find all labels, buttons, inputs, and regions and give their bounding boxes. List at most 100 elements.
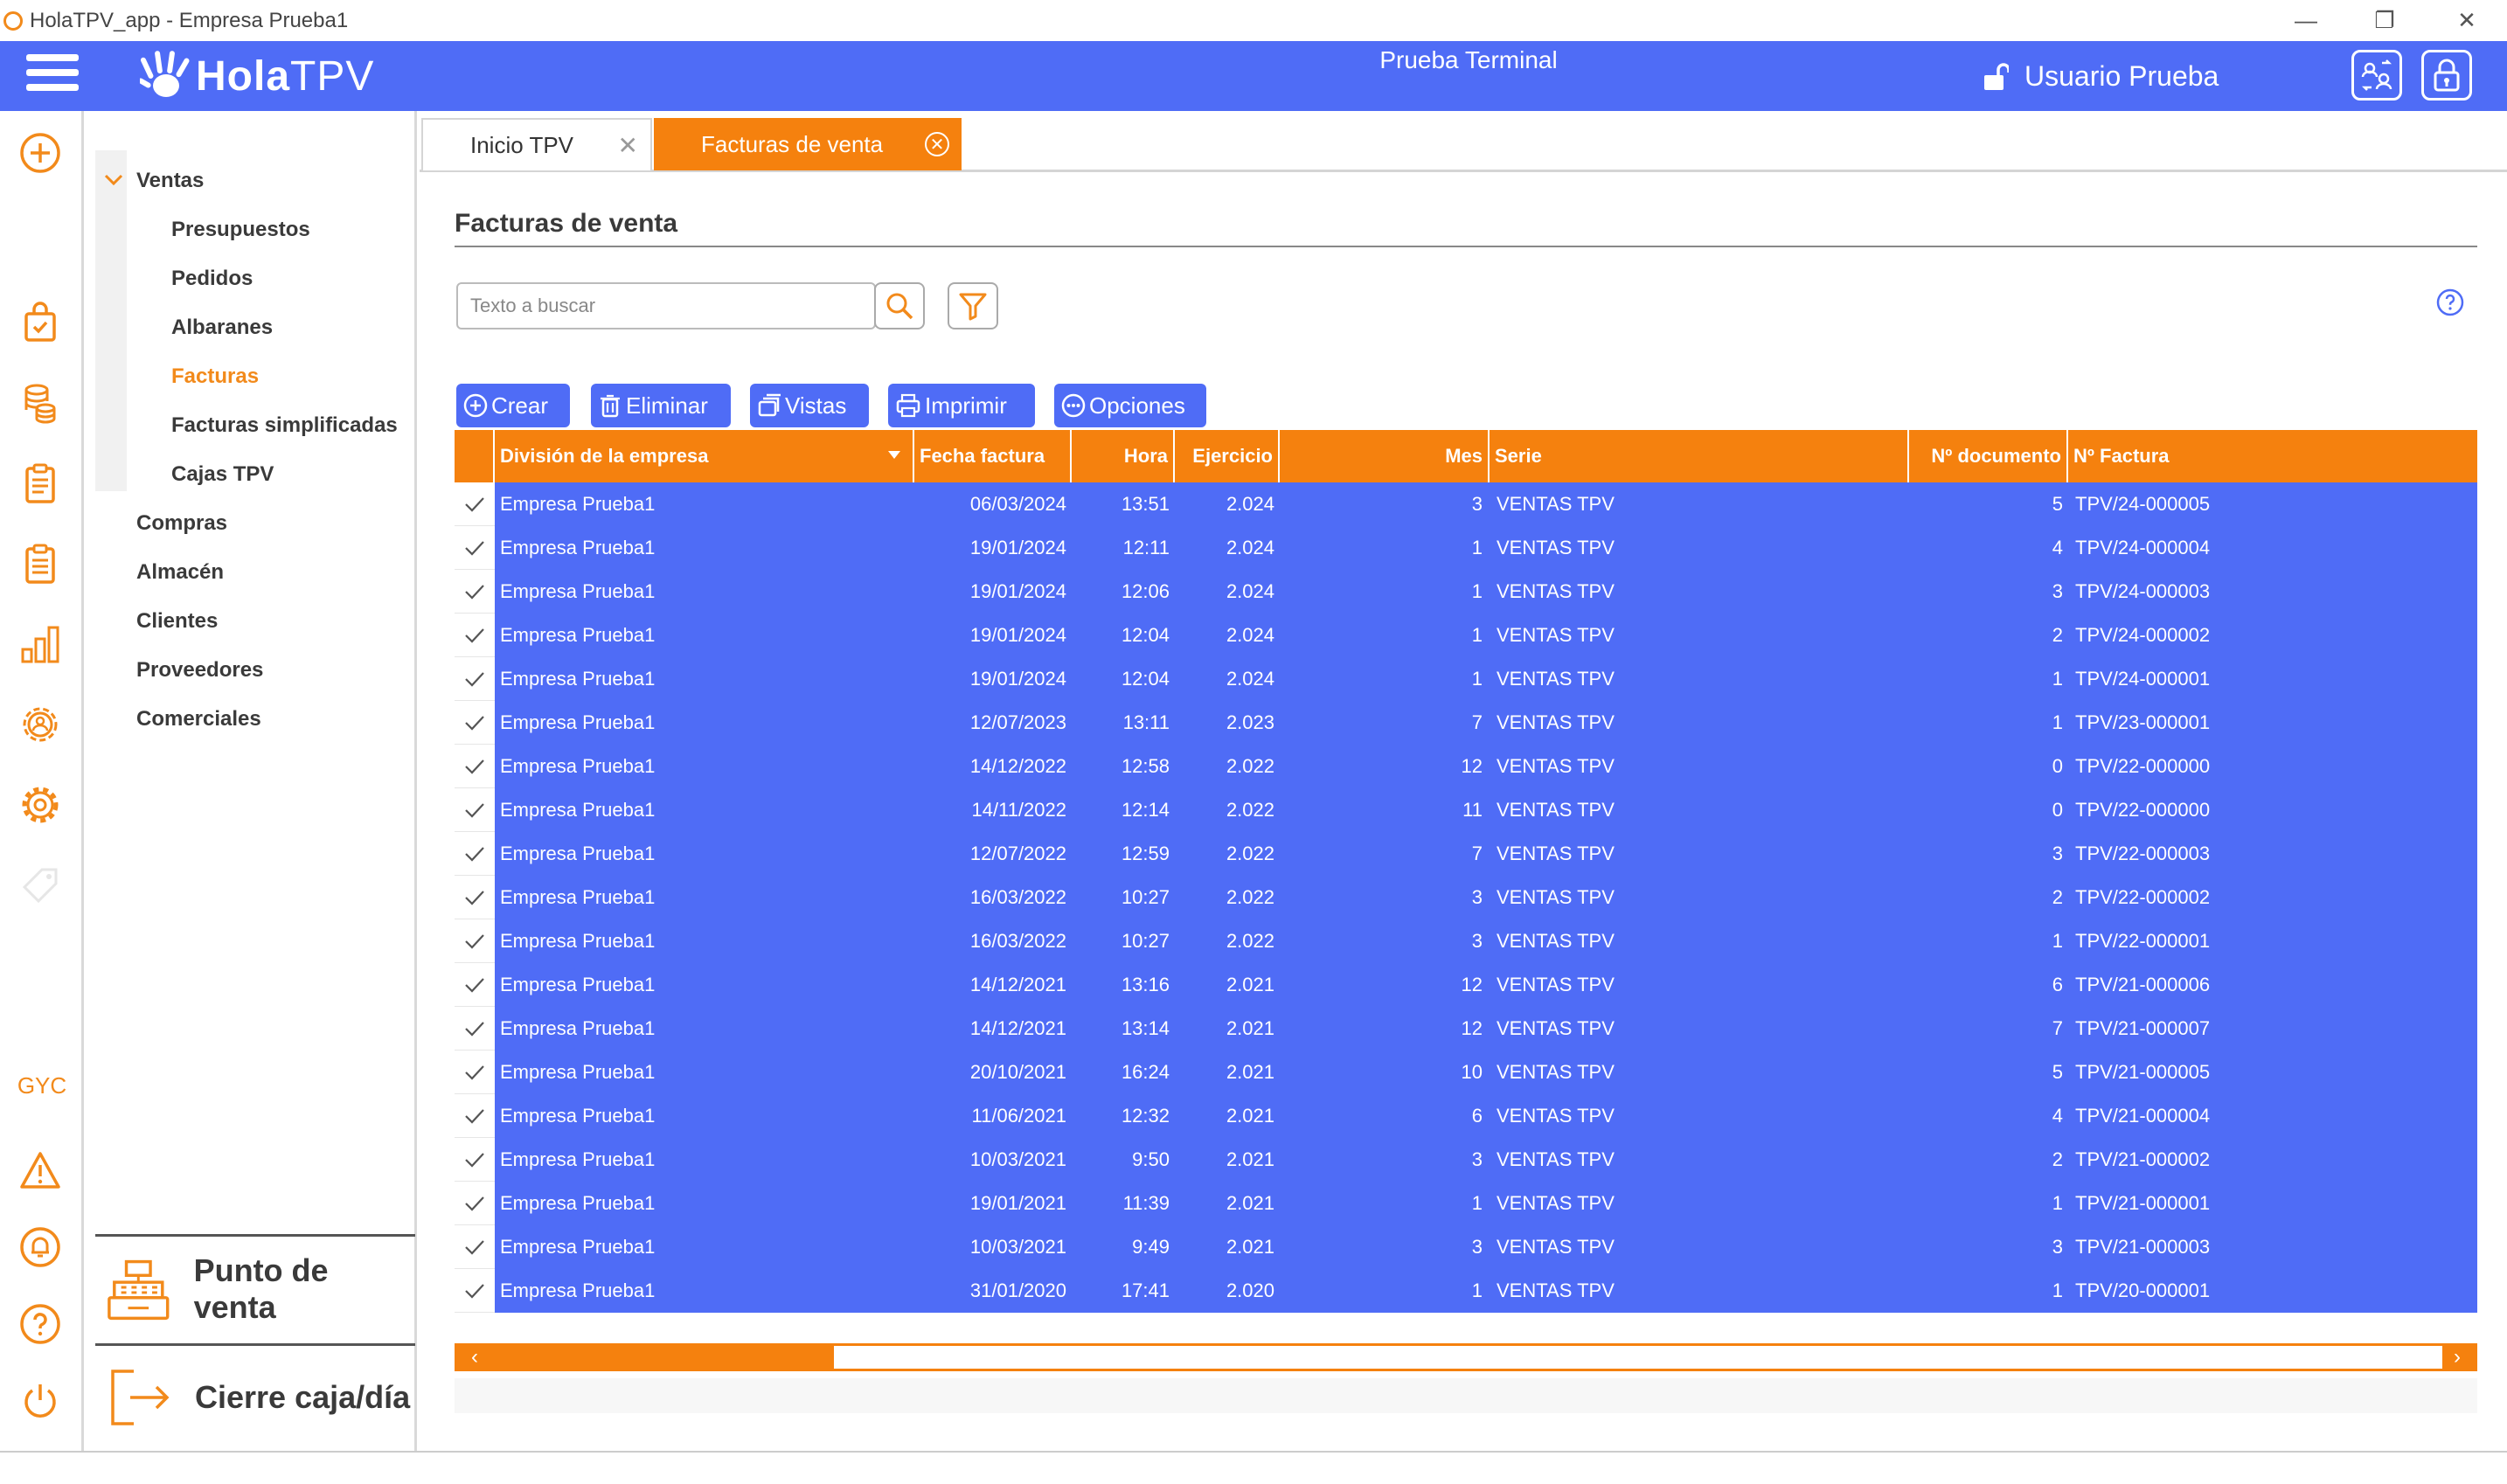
table-row[interactable]: Empresa Prueba1 14/11/2022 12:14 2.022 11 VEN… <box>455 788 2477 832</box>
col-header-serie[interactable]: Serie <box>1490 430 1909 482</box>
menu-comerciales[interactable]: Comerciales <box>136 707 261 732</box>
bar-chart-icon[interactable] <box>16 620 65 669</box>
table-row[interactable]: Empresa Prueba1 19/01/2024 12:06 2.024 1 VENT… <box>455 570 2477 614</box>
col-header-mes[interactable]: Mes <box>1280 430 1490 482</box>
warning-icon[interactable] <box>16 1146 65 1195</box>
hamburger-menu-icon[interactable] <box>26 54 79 98</box>
clipboard-icon[interactable] <box>16 459 65 508</box>
row-checkbox[interactable] <box>455 1094 495 1138</box>
row-checkbox[interactable] <box>455 963 495 1007</box>
row-checkbox[interactable] <box>455 1007 495 1051</box>
table-row[interactable]: Empresa Prueba1 14/12/2021 13:14 2.021 12 VEN… <box>455 1007 2477 1051</box>
table-row[interactable]: Empresa Prueba1 12/07/2023 13:11 2.023 7 VENT… <box>455 701 2477 745</box>
row-checkbox[interactable] <box>455 832 495 876</box>
row-checkbox[interactable] <box>455 919 495 963</box>
bell-icon[interactable] <box>16 1223 65 1272</box>
filter-button[interactable] <box>948 282 998 329</box>
scroll-left-icon[interactable]: ‹ <box>460 1343 490 1371</box>
table-row[interactable]: Empresa Prueba1 10/03/2021 9:50 2.021 3 VENTA… <box>455 1138 2477 1182</box>
table-row[interactable]: Empresa Prueba1 11/06/2021 12:32 2.021 6 VENT… <box>455 1094 2477 1138</box>
gyc-label[interactable]: GYC <box>0 1072 84 1099</box>
row-checkbox[interactable] <box>455 1269 495 1313</box>
table-row[interactable]: Empresa Prueba1 10/03/2021 9:49 2.021 3 VENTA… <box>455 1225 2477 1269</box>
eliminar-button[interactable]: Eliminar <box>591 384 731 427</box>
close-window-button[interactable]: ✕ <box>2432 0 2502 41</box>
punto-de-venta-button[interactable]: Punto de venta <box>104 1245 415 1333</box>
menu-proveedores[interactable]: Proveedores <box>136 658 263 683</box>
row-checkbox[interactable] <box>455 1225 495 1269</box>
clipboard-list-icon[interactable] <box>16 539 65 588</box>
menu-item-albaranes[interactable]: Albaranes <box>171 316 273 340</box>
close-tab-icon[interactable]: ✕ <box>618 131 638 160</box>
close-tab-icon[interactable]: ✕ <box>925 132 949 156</box>
chevron-down-icon[interactable] <box>104 174 123 186</box>
table-row[interactable]: Empresa Prueba1 16/03/2022 10:27 2.022 3 VENT… <box>455 876 2477 919</box>
table-row[interactable]: Empresa Prueba1 20/10/2021 16:24 2.021 10 VEN… <box>455 1051 2477 1094</box>
restore-button[interactable]: ❐ <box>2350 0 2420 41</box>
tab-facturas-de-venta[interactable]: Facturas de venta ✕ <box>654 118 962 170</box>
table-row[interactable]: Empresa Prueba1 16/03/2022 10:27 2.022 3 VENT… <box>455 919 2477 963</box>
row-checkbox[interactable] <box>455 1182 495 1225</box>
row-checkbox[interactable] <box>455 657 495 701</box>
table-row[interactable]: Empresa Prueba1 31/01/2020 17:41 2.020 1 VENT… <box>455 1269 2477 1313</box>
row-checkbox[interactable] <box>455 526 495 570</box>
menu-item-pedidos[interactable]: Pedidos <box>171 267 253 291</box>
row-checkbox[interactable] <box>455 701 495 745</box>
table-row[interactable]: Empresa Prueba1 14/12/2021 13:16 2.021 12 VEN… <box>455 963 2477 1007</box>
search-button[interactable] <box>874 282 925 329</box>
user-area[interactable]: Usuario Prueba <box>1983 60 2219 93</box>
table-row[interactable]: Empresa Prueba1 14/12/2022 12:58 2.022 12 VEN… <box>455 745 2477 788</box>
menu-compras[interactable]: Compras <box>136 511 227 536</box>
row-checkbox[interactable] <box>455 788 495 832</box>
row-checkbox[interactable] <box>455 876 495 919</box>
power-icon[interactable] <box>16 1377 65 1425</box>
table-row[interactable]: Empresa Prueba1 06/03/2024 13:51 2.024 3 VENT… <box>455 482 2477 526</box>
row-checkbox[interactable] <box>455 1138 495 1182</box>
opciones-button[interactable]: Opciones <box>1054 384 1206 427</box>
cierre-caja-button[interactable]: Cierre caja/día <box>104 1354 415 1441</box>
settings-gear-icon[interactable] <box>16 780 65 829</box>
table-row[interactable]: Empresa Prueba1 19/01/2024 12:11 2.024 1 VENT… <box>455 526 2477 570</box>
crear-button[interactable]: Crear <box>456 384 570 427</box>
sort-down-icon[interactable] <box>888 451 900 460</box>
scroll-track[interactable] <box>834 1346 2442 1369</box>
table-row[interactable]: Empresa Prueba1 12/07/2022 12:59 2.022 7 VENT… <box>455 832 2477 876</box>
menu-almacen[interactable]: Almacén <box>136 560 224 585</box>
row-checkbox[interactable] <box>455 614 495 657</box>
shopping-bag-icon[interactable] <box>16 298 65 347</box>
col-header-ejercicio[interactable]: Ejercicio <box>1175 430 1280 482</box>
vistas-button[interactable]: Vistas <box>750 384 869 427</box>
user-gear-icon[interactable] <box>16 700 65 749</box>
col-header-fecha[interactable]: Fecha factura <box>914 430 1072 482</box>
table-row[interactable]: Empresa Prueba1 19/01/2021 11:39 2.021 1 VENT… <box>455 1182 2477 1225</box>
horizontal-scrollbar[interactable]: ‹ › <box>455 1343 2477 1371</box>
help-circle-icon[interactable] <box>16 1300 65 1349</box>
table-row[interactable]: Empresa Prueba1 19/01/2024 12:04 2.024 1 VENT… <box>455 614 2477 657</box>
row-checkbox[interactable] <box>455 745 495 788</box>
col-header-hora[interactable]: Hora <box>1072 430 1175 482</box>
col-header-division[interactable]: División de la empresa <box>495 430 914 482</box>
menu-item-facturas-simplificadas[interactable]: Facturas simplificadas <box>171 413 398 438</box>
menu-item-facturas[interactable]: Facturas <box>171 364 259 389</box>
menu-item-cajas-tpv[interactable]: Cajas TPV <box>171 462 274 487</box>
imprimir-button[interactable]: Imprimir <box>888 384 1035 427</box>
minimize-button[interactable]: — <box>2271 0 2341 41</box>
menu-clientes[interactable]: Clientes <box>136 609 218 634</box>
switch-user-button[interactable] <box>2351 50 2402 101</box>
tag-icon[interactable] <box>16 861 65 910</box>
tab-inicio-tpv[interactable]: Inicio TPV ✕ <box>421 118 652 170</box>
help-button[interactable] <box>2435 288 2465 322</box>
table-row[interactable]: Empresa Prueba1 19/01/2024 12:04 2.024 1 VENT… <box>455 657 2477 701</box>
row-checkbox[interactable] <box>455 570 495 614</box>
row-checkbox[interactable] <box>455 1051 495 1094</box>
coins-icon[interactable] <box>16 378 65 427</box>
search-input[interactable] <box>456 282 876 329</box>
add-circle-icon[interactable] <box>16 128 65 177</box>
scroll-right-icon[interactable]: › <box>2442 1343 2472 1371</box>
col-header-num-factura[interactable]: Nº Factura <box>2068 430 2477 482</box>
lock-button[interactable] <box>2421 50 2472 101</box>
menu-ventas[interactable]: Ventas <box>136 169 204 193</box>
menu-item-presupuestos[interactable]: Presupuestos <box>171 218 310 242</box>
row-checkbox[interactable] <box>455 482 495 526</box>
col-header-num-documento[interactable]: Nº documento <box>1909 430 2068 482</box>
